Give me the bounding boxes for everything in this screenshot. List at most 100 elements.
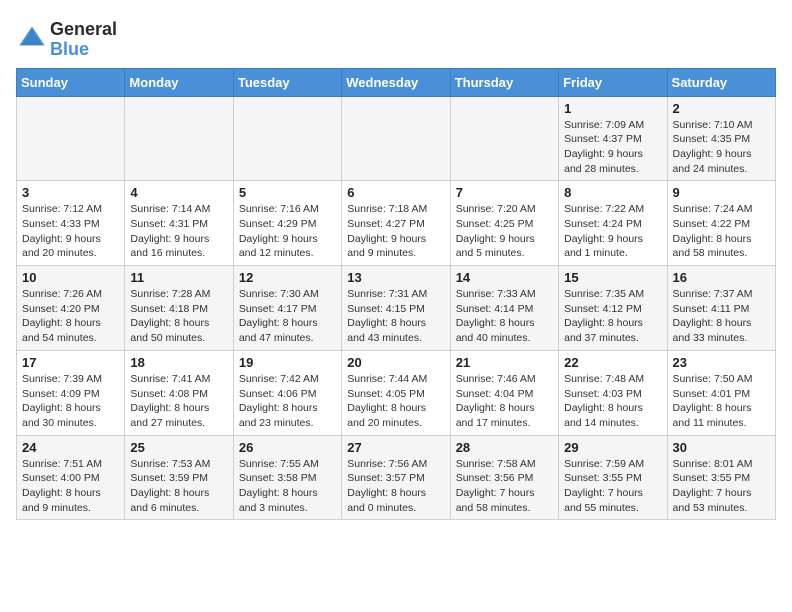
day-number: 5 [239,185,336,200]
day-number: 4 [130,185,227,200]
calendar-cell: 14Sunrise: 7:33 AM Sunset: 4:14 PM Dayli… [450,266,558,351]
calendar-cell: 26 Sunrise: 7:55 AM Sunset: 3:58 PM Dayli… [233,435,341,520]
day-info: Sunrise: 7:53 AM Sunset: 3:59 PM Dayligh… [130,457,227,516]
day-info: Sunrise: 7:28 AM Sunset: 4:18 PM Dayligh… [130,287,227,346]
calendar-cell: 22 Sunrise: 7:48 AM Sunset: 4:03 PM Dayli… [559,350,667,435]
day-number: 7 [456,185,553,200]
day-info: Sunrise: 8:01 AM Sunset: 3:55 PM Dayligh… [673,457,770,516]
calendar-cell: 5 Sunrise: 7:16 AM Sunset: 4:29 PM Daylig… [233,181,341,266]
logo: General Blue [16,20,117,60]
day-info: Sunrise: 7:59 AM Sunset: 3:55 PM Dayligh… [564,457,661,516]
calendar-cell [125,96,233,181]
day-info: Sunrise: 7:41 AM Sunset: 4:08 PM Dayligh… [130,372,227,431]
day-info: Sunrise: 7:44 AM Sunset: 4:05 PM Dayligh… [347,372,444,431]
day-number: 9 [673,185,770,200]
day-number: 13 [347,270,444,285]
day-info: Sunrise: 7:16 AM Sunset: 4:29 PM Dayligh… [239,202,336,261]
calendar-cell: 6 Sunrise: 7:18 AM Sunset: 4:27 PM Daylig… [342,181,450,266]
calendar-cell: 21 Sunrise: 7:46 AM Sunset: 4:04 PM Dayli… [450,350,558,435]
calendar-cell: 18 Sunrise: 7:41 AM Sunset: 4:08 PM Dayli… [125,350,233,435]
col-header-saturday: Saturday [667,68,775,96]
col-header-tuesday: Tuesday [233,68,341,96]
day-info: Sunrise: 7:50 AM Sunset: 4:01 PM Dayligh… [673,372,770,431]
calendar-cell: 4 Sunrise: 7:14 AM Sunset: 4:31 PM Daylig… [125,181,233,266]
calendar-cell: 28 Sunrise: 7:58 AM Sunset: 3:56 PM Dayli… [450,435,558,520]
day-number: 18 [130,355,227,370]
day-number: 30 [673,440,770,455]
day-info: Sunrise: 7:09 AM Sunset: 4:37 PM Dayligh… [564,118,661,177]
calendar-cell [450,96,558,181]
day-number: 20 [347,355,444,370]
calendar-cell: 11 Sunrise: 7:28 AM Sunset: 4:18 PM Dayli… [125,266,233,351]
day-info: Sunrise: 7:20 AM Sunset: 4:25 PM Dayligh… [456,202,553,261]
day-info: Sunrise: 7:58 AM Sunset: 3:56 PM Dayligh… [456,457,553,516]
day-number: 17 [22,355,119,370]
calendar-table: SundayMondayTuesdayWednesdayThursdayFrid… [16,68,776,521]
day-info: Sunrise: 7:33 AM Sunset: 4:14 PM Dayligh… [456,287,553,346]
day-info: Sunrise: 7:39 AM Sunset: 4:09 PM Dayligh… [22,372,119,431]
day-info: Sunrise: 7:26 AM Sunset: 4:20 PM Dayligh… [22,287,119,346]
day-number: 3 [22,185,119,200]
day-number: 26 [239,440,336,455]
day-info: Sunrise: 7:12 AM Sunset: 4:33 PM Dayligh… [22,202,119,261]
day-number: 29 [564,440,661,455]
calendar-cell: 12 Sunrise: 7:30 AM Sunset: 4:17 PM Dayli… [233,266,341,351]
day-number: 8 [564,185,661,200]
day-number: 23 [673,355,770,370]
logo-text-general: General [50,20,117,40]
day-number: 6 [347,185,444,200]
calendar-cell: 17 Sunrise: 7:39 AM Sunset: 4:09 PM Dayli… [17,350,125,435]
calendar-cell: 16 Sunrise: 7:37 AM Sunset: 4:11 PM Dayli… [667,266,775,351]
calendar-cell: 25 Sunrise: 7:53 AM Sunset: 3:59 PM Dayli… [125,435,233,520]
day-info: Sunrise: 7:14 AM Sunset: 4:31 PM Dayligh… [130,202,227,261]
calendar-cell: 3 Sunrise: 7:12 AM Sunset: 4:33 PM Daylig… [17,181,125,266]
calendar-cell [17,96,125,181]
calendar-cell [342,96,450,181]
day-info: Sunrise: 7:24 AM Sunset: 4:22 PM Dayligh… [673,202,770,261]
col-header-friday: Friday [559,68,667,96]
day-number: 1 [564,101,661,116]
day-number: 22 [564,355,661,370]
day-number: 12 [239,270,336,285]
day-info: Sunrise: 7:18 AM Sunset: 4:27 PM Dayligh… [347,202,444,261]
day-info: Sunrise: 7:48 AM Sunset: 4:03 PM Dayligh… [564,372,661,431]
col-header-monday: Monday [125,68,233,96]
day-info: Sunrise: 7:51 AM Sunset: 4:00 PM Dayligh… [22,457,119,516]
logo-text-blue: Blue [50,40,117,60]
calendar-cell: 2 Sunrise: 7:10 AM Sunset: 4:35 PM Daylig… [667,96,775,181]
calendar-cell: 1 Sunrise: 7:09 AM Sunset: 4:37 PM Daylig… [559,96,667,181]
calendar-cell: 20 Sunrise: 7:44 AM Sunset: 4:05 PM Dayli… [342,350,450,435]
col-header-wednesday: Wednesday [342,68,450,96]
day-number: 10 [22,270,119,285]
day-info: Sunrise: 7:37 AM Sunset: 4:11 PM Dayligh… [673,287,770,346]
day-number: 16 [673,270,770,285]
day-info: Sunrise: 7:30 AM Sunset: 4:17 PM Dayligh… [239,287,336,346]
calendar-cell: 23 Sunrise: 7:50 AM Sunset: 4:01 PM Dayli… [667,350,775,435]
calendar-cell: 10 Sunrise: 7:26 AM Sunset: 4:20 PM Dayli… [17,266,125,351]
calendar-cell: 15Sunrise: 7:35 AM Sunset: 4:12 PM Dayli… [559,266,667,351]
calendar-cell: 30 Sunrise: 8:01 AM Sunset: 3:55 PM Dayli… [667,435,775,520]
calendar-cell [233,96,341,181]
col-header-thursday: Thursday [450,68,558,96]
day-number: 11 [130,270,227,285]
day-info: Sunrise: 7:10 AM Sunset: 4:35 PM Dayligh… [673,118,770,177]
day-number: 24 [22,440,119,455]
day-number: 28 [456,440,553,455]
day-info: Sunrise: 7:22 AM Sunset: 4:24 PM Dayligh… [564,202,661,261]
day-number: 15 [564,270,661,285]
day-info: Sunrise: 7:46 AM Sunset: 4:04 PM Dayligh… [456,372,553,431]
day-info: Sunrise: 7:31 AM Sunset: 4:15 PM Dayligh… [347,287,444,346]
calendar-cell: 13 Sunrise: 7:31 AM Sunset: 4:15 PM Dayli… [342,266,450,351]
calendar-cell: 19 Sunrise: 7:42 AM Sunset: 4:06 PM Dayli… [233,350,341,435]
day-number: 25 [130,440,227,455]
calendar-cell: 7 Sunrise: 7:20 AM Sunset: 4:25 PM Daylig… [450,181,558,266]
day-number: 2 [673,101,770,116]
day-info: Sunrise: 7:42 AM Sunset: 4:06 PM Dayligh… [239,372,336,431]
calendar-cell: 9 Sunrise: 7:24 AM Sunset: 4:22 PM Daylig… [667,181,775,266]
day-number: 21 [456,355,553,370]
day-number: 19 [239,355,336,370]
day-number: 27 [347,440,444,455]
day-info: Sunrise: 7:55 AM Sunset: 3:58 PM Dayligh… [239,457,336,516]
col-header-sunday: Sunday [17,68,125,96]
calendar-cell: 24 Sunrise: 7:51 AM Sunset: 4:00 PM Dayli… [17,435,125,520]
